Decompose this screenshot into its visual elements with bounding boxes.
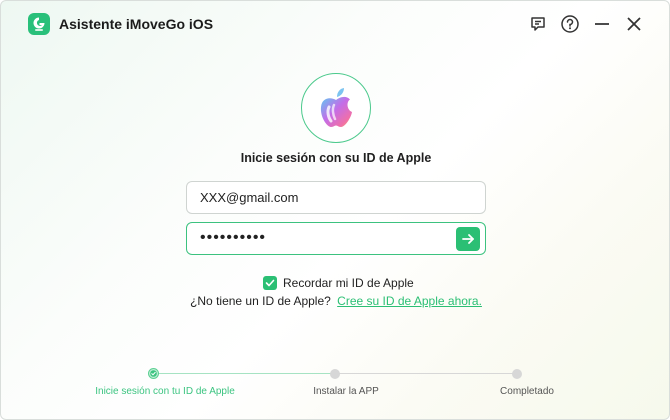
email-input[interactable] bbox=[200, 182, 455, 213]
arrow-right-icon bbox=[462, 234, 474, 244]
app-title: Asistente iMoveGo iOS bbox=[59, 16, 214, 32]
step-dot-install bbox=[330, 369, 340, 379]
password-input[interactable] bbox=[200, 222, 455, 253]
remember-apple-id-row: Recordar mi ID de Apple bbox=[263, 276, 414, 290]
titlebar: Asistente iMoveGo iOS bbox=[1, 1, 669, 45]
apple-id-avatar bbox=[301, 73, 371, 143]
close-icon[interactable] bbox=[623, 13, 645, 35]
step-label-install: Instalar la APP bbox=[313, 386, 379, 397]
feedback-icon[interactable] bbox=[527, 13, 549, 35]
login-heading: Inicie sesión con su ID de Apple bbox=[240, 151, 432, 165]
imovego-logo-icon bbox=[28, 13, 50, 35]
app-window: Asistente iMoveGo iOS Inicie sesión con … bbox=[0, 0, 670, 420]
step-connector bbox=[154, 373, 335, 374]
remember-label: Recordar mi ID de Apple bbox=[283, 276, 414, 290]
minimize-icon[interactable] bbox=[591, 13, 613, 35]
step-dot-login bbox=[148, 368, 159, 379]
step-connector bbox=[335, 373, 517, 374]
step-label-login: Inicie sesión con tu ID de Apple bbox=[95, 386, 235, 397]
submit-login-button[interactable] bbox=[456, 227, 480, 251]
step-check-icon bbox=[150, 370, 157, 377]
step-label-complete: Completado bbox=[500, 386, 554, 397]
progress-stepper: Inicie sesión con tu ID de Apple Instala… bbox=[1, 367, 669, 407]
create-apple-id-link[interactable]: Cree su ID de Apple ahora. bbox=[337, 294, 482, 308]
remember-checkbox[interactable] bbox=[263, 276, 277, 290]
apple-id-password-field[interactable] bbox=[186, 222, 486, 255]
apple-logo-icon bbox=[320, 88, 352, 127]
checkmark-icon bbox=[265, 279, 275, 287]
step-dot-complete bbox=[512, 369, 522, 379]
help-icon[interactable] bbox=[559, 13, 581, 35]
no-apple-id-row: ¿No tiene un ID de Apple? Cree su ID de … bbox=[1, 294, 669, 308]
apple-id-email-field[interactable] bbox=[186, 181, 486, 214]
no-apple-id-text: ¿No tiene un ID de Apple? bbox=[190, 294, 331, 308]
